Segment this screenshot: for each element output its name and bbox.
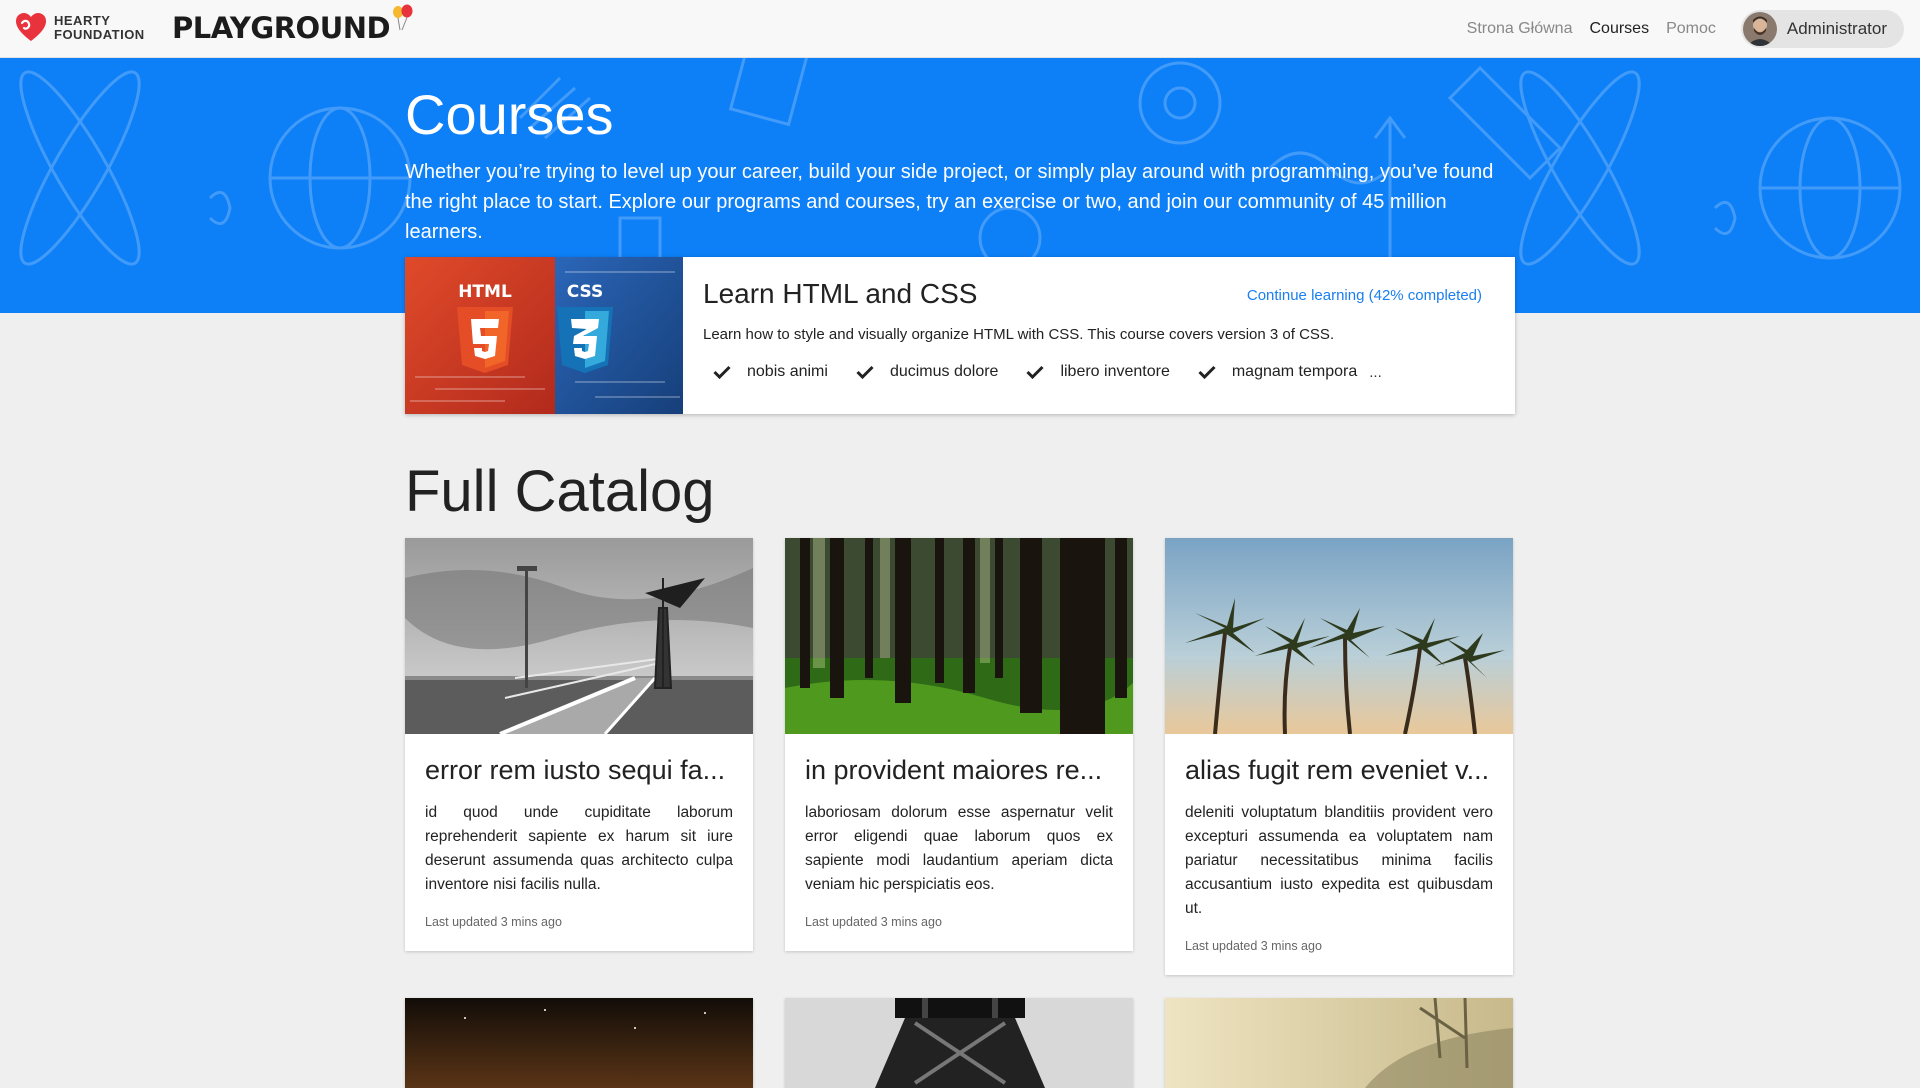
top-navbar: HEARTY FOUNDATION PLAYGROUND Strona Głów… [0, 0, 1920, 58]
course-card-partial[interactable] [405, 998, 753, 1088]
topic-tag: ducimus dolore [856, 363, 999, 381]
featured-course-body: Learn HTML and CSS Continue learning (42… [683, 257, 1515, 414]
course-card-image [785, 538, 1133, 734]
nav-links: Strona Główna Courses Pomoc Administrato… [1467, 0, 1904, 58]
heart-logo-icon [16, 13, 46, 41]
course-card-image [785, 998, 1133, 1088]
topic-tag: nobis animi [713, 363, 828, 381]
course-card-title: alias fugit rem eveniet v... [1185, 755, 1490, 785]
topic-tag: magnam tempora [1198, 363, 1357, 381]
course-card[interactable]: in provident maiores re... laboriosam do… [785, 538, 1133, 951]
hearty-foundation-text: HEARTY FOUNDATION [54, 14, 145, 42]
course-card-image [405, 538, 753, 734]
brand-line-1: HEARTY [54, 13, 111, 28]
continue-learning-link[interactable]: Continue learning (42% completed) [1247, 287, 1482, 304]
nav-help-link[interactable]: Pomoc [1666, 20, 1716, 38]
featured-course-title[interactable]: Learn HTML and CSS [703, 278, 977, 310]
html-css-illustration: HTML CSS [405, 257, 683, 414]
course-card-image [405, 998, 753, 1088]
checkmark-icon [713, 365, 731, 379]
topic-tag: libero inventore [1026, 363, 1170, 381]
html-badge-label: HTML [458, 282, 512, 302]
user-menu-button[interactable]: Administrator [1740, 10, 1904, 48]
course-card-title: error rem iusto sequi fa... [425, 755, 726, 785]
course-card-title: in provident maiores re... [805, 755, 1103, 785]
nav-courses-link[interactable]: Courses [1589, 20, 1649, 38]
user-name: Administrator [1786, 19, 1887, 38]
nav-home-link[interactable]: Strona Główna [1467, 20, 1573, 38]
playground-logo[interactable]: PLAYGROUND [172, 4, 416, 50]
topic-tag-label: libero inventore [1060, 363, 1170, 380]
page-title: Courses [405, 83, 614, 146]
course-card-partial[interactable] [1165, 998, 1513, 1088]
checkmark-icon [1198, 365, 1216, 379]
course-card-updated: Last updated 3 mins ago [425, 915, 562, 929]
course-card-description: laboriosam dolorum esse aspernatur velit… [805, 804, 1113, 893]
css-badge-label: CSS [567, 282, 604, 302]
featured-course-description: Learn how to style and visually organize… [703, 326, 1335, 343]
playground-title: PLAYGROUND [172, 11, 391, 45]
catalog-title: Full Catalog [405, 459, 715, 524]
topic-tag-label: magnam tempora [1231, 363, 1358, 380]
course-card-description: id quod unde cupiditate laborum reprehen… [425, 804, 733, 893]
balloons-icon [393, 4, 413, 31]
featured-course-card: HTML CSS Learn HTML and CSS Continue lea… [405, 257, 1515, 414]
checkmark-icon [856, 365, 874, 379]
hero-description: Whether you’re trying to level up your c… [405, 161, 1494, 243]
topic-tag-label: nobis animi [747, 363, 828, 380]
course-card-image [1165, 538, 1513, 734]
course-card[interactable]: alias fugit rem eveniet v... deleniti vo… [1165, 538, 1513, 975]
checkmark-icon [1026, 365, 1044, 379]
course-card-image [1165, 998, 1513, 1088]
hearty-foundation-logo[interactable]: HEARTY FOUNDATION [14, 11, 145, 45]
featured-course-image[interactable]: HTML CSS [405, 257, 683, 414]
course-card[interactable]: error rem iusto sequi fa... id quod unde… [405, 538, 753, 951]
brand-line-2: FOUNDATION [54, 27, 145, 42]
avatar [1742, 12, 1777, 46]
topic-tag-label: ducimus dolore [889, 363, 999, 380]
course-card-updated: Last updated 3 mins ago [1185, 939, 1322, 953]
course-card-partial[interactable] [785, 998, 1133, 1088]
featured-course-tags: nobis animi ducimus dolore libero invent… [713, 363, 1382, 381]
course-card-updated: Last updated 3 mins ago [805, 915, 942, 929]
more-tags-ellipsis: ... [1369, 363, 1382, 381]
course-card-description: deleniti voluptatum blanditiis provident… [1185, 804, 1493, 917]
